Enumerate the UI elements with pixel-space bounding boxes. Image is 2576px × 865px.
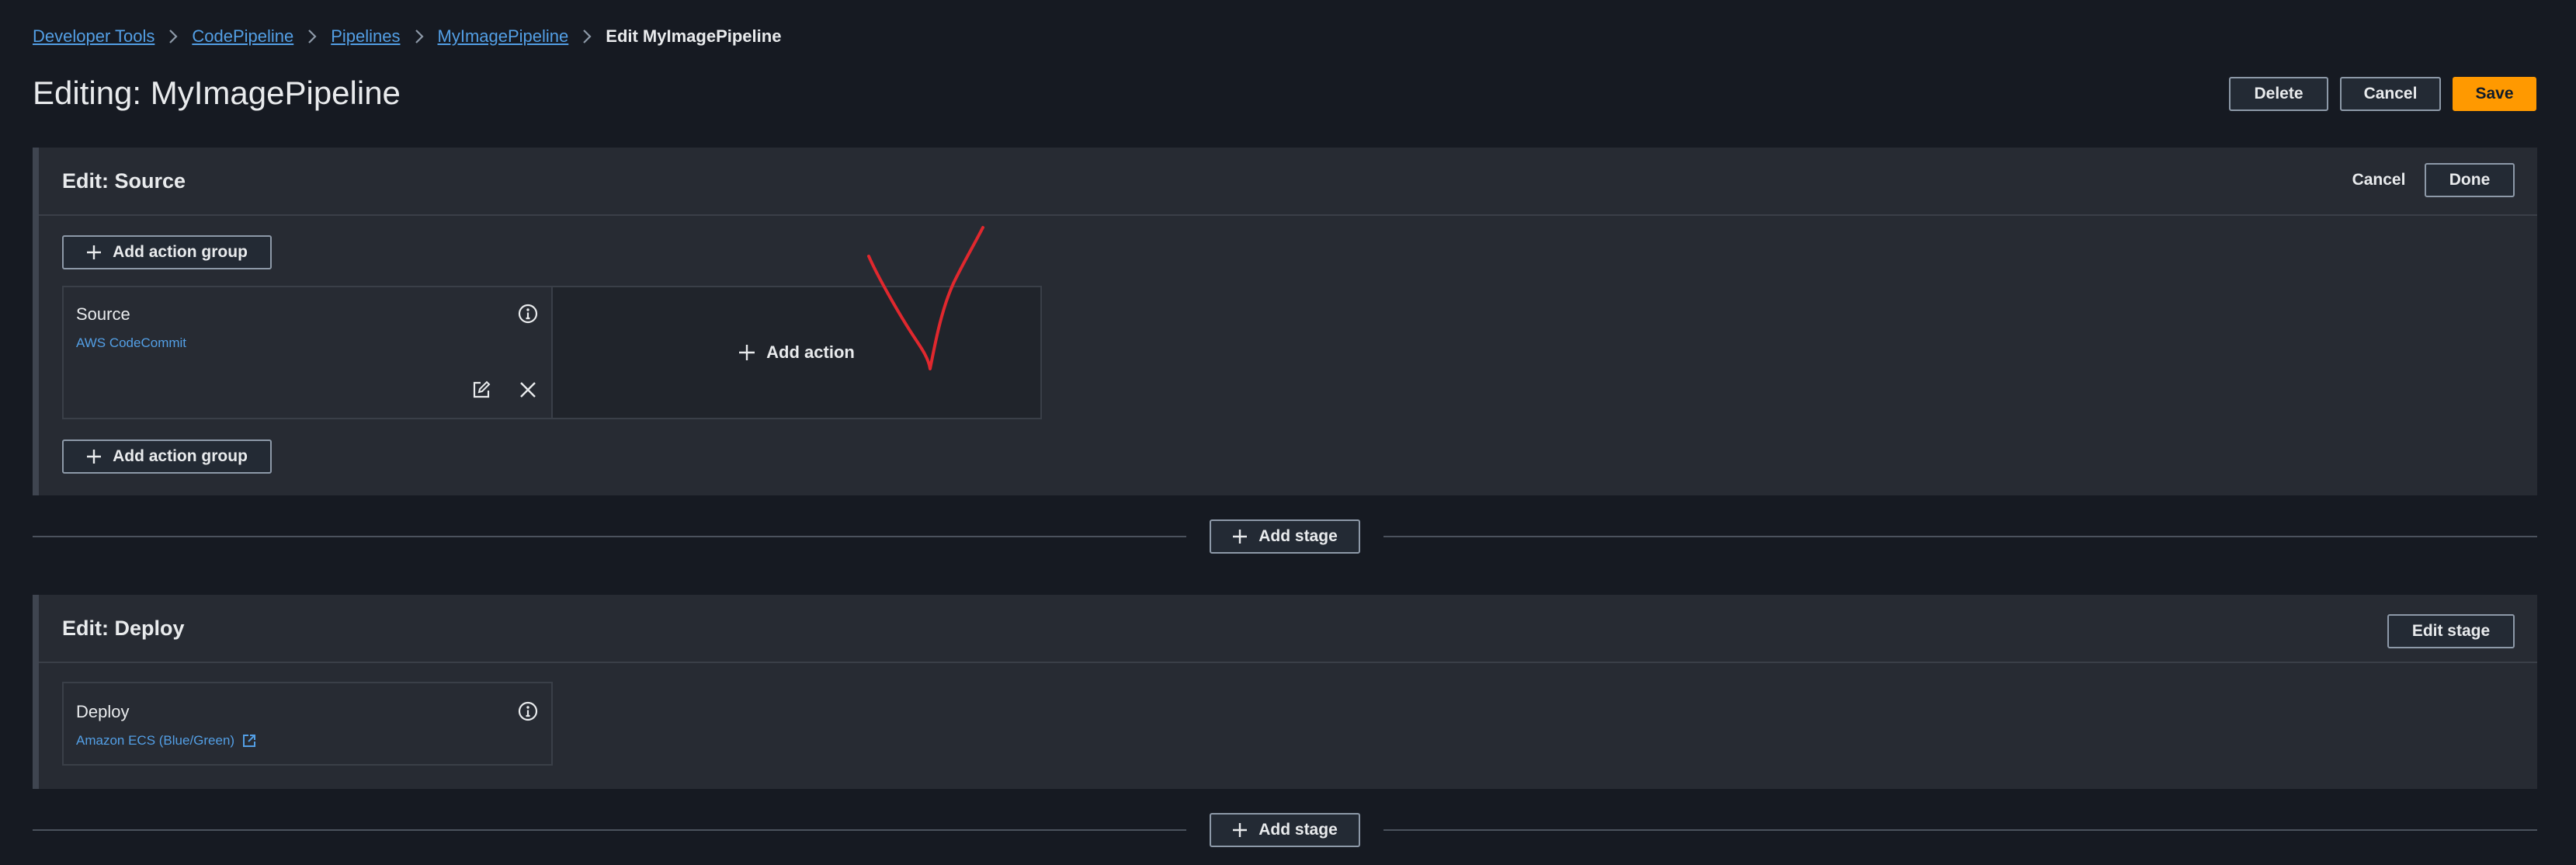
- stage-divider: [1383, 536, 2537, 537]
- edit-stage-label: Edit stage: [2411, 622, 2491, 640]
- action-name: Source: [76, 304, 130, 324]
- cancel-button-label: Cancel: [2363, 85, 2418, 102]
- action-provider-label: Amazon ECS (Blue/Green): [76, 733, 235, 748]
- info-icon[interactable]: [514, 697, 542, 725]
- source-action-card[interactable]: Source AWS CodeCommit: [62, 286, 553, 419]
- chevron-right-icon: [568, 26, 606, 47]
- deploy-stage-title: Edit: Deploy: [62, 617, 185, 640]
- breadcrumb-pipelines[interactable]: Pipelines: [331, 26, 400, 47]
- add-stage-label: Add stage: [1258, 821, 1338, 839]
- done-label: Done: [2449, 171, 2491, 189]
- plus-icon: [1232, 529, 1248, 544]
- breadcrumb-developer-tools[interactable]: Developer Tools: [33, 26, 154, 47]
- checkmark-annotation-icon: [867, 226, 984, 370]
- source-stage-title: Edit: Source: [62, 169, 186, 193]
- info-icon[interactable]: [514, 300, 542, 328]
- save-button[interactable]: Save: [2453, 77, 2536, 111]
- stage-divider: [1383, 829, 2537, 831]
- chevron-right-icon: [293, 26, 331, 47]
- done-button[interactable]: Done: [2425, 163, 2515, 197]
- stage-divider: [33, 536, 1186, 537]
- delete-button[interactable]: Delete: [2229, 77, 2328, 111]
- stage-cancel-button[interactable]: Cancel: [2332, 163, 2425, 197]
- save-button-label: Save: [2475, 85, 2514, 102]
- add-stage-label: Add stage: [1258, 527, 1338, 545]
- source-stage-header: Edit: Source Cancel Done: [39, 148, 2537, 216]
- delete-button-label: Delete: [2254, 85, 2303, 102]
- action-provider-link[interactable]: Amazon ECS (Blue/Green): [76, 733, 256, 749]
- breadcrumb-mypipeline[interactable]: MyImagePipeline: [438, 26, 569, 47]
- add-stage-button[interactable]: Add stage: [1210, 813, 1360, 847]
- deploy-action-card[interactable]: Deploy Amazon ECS (Blue/Green): [62, 682, 553, 766]
- breadcrumb: Developer Tools CodePipeline Pipelines M…: [33, 26, 781, 47]
- plus-icon: [738, 344, 755, 361]
- add-action-group-button-top[interactable]: Add action group: [62, 235, 272, 269]
- plus-icon: [1232, 822, 1248, 838]
- close-icon[interactable]: [514, 376, 542, 404]
- source-stage-panel: Edit: Source Cancel Done Add action grou…: [33, 148, 2537, 495]
- external-link-icon: [242, 734, 256, 748]
- deploy-stage-header: Edit: Deploy Edit stage: [39, 595, 2537, 663]
- plus-icon: [86, 449, 102, 464]
- edit-icon[interactable]: [467, 376, 495, 404]
- chevron-right-icon: [154, 26, 192, 47]
- stage-divider: [33, 829, 1186, 831]
- plus-icon: [86, 245, 102, 260]
- stage-cancel-label: Cancel: [2352, 171, 2406, 189]
- breadcrumb-codepipeline[interactable]: CodePipeline: [192, 26, 293, 47]
- breadcrumb-current: Edit MyImagePipeline: [606, 26, 782, 46]
- edit-stage-button[interactable]: Edit stage: [2387, 614, 2515, 648]
- page-title: Editing: MyImagePipeline: [33, 75, 401, 111]
- cancel-button[interactable]: Cancel: [2340, 77, 2441, 111]
- action-name: Deploy: [76, 702, 130, 721]
- add-action-group-label: Add action group: [113, 243, 248, 261]
- action-provider-link[interactable]: AWS CodeCommit: [76, 335, 186, 351]
- chevron-right-icon: [401, 26, 438, 47]
- add-action-group-button-bottom[interactable]: Add action group: [62, 439, 272, 474]
- add-action-group-label: Add action group: [113, 447, 248, 465]
- deploy-stage-panel: Edit: Deploy Edit stage Deploy Amazon EC…: [33, 595, 2537, 789]
- add-action-label: Add action: [766, 342, 855, 362]
- add-stage-button[interactable]: Add stage: [1210, 519, 1360, 554]
